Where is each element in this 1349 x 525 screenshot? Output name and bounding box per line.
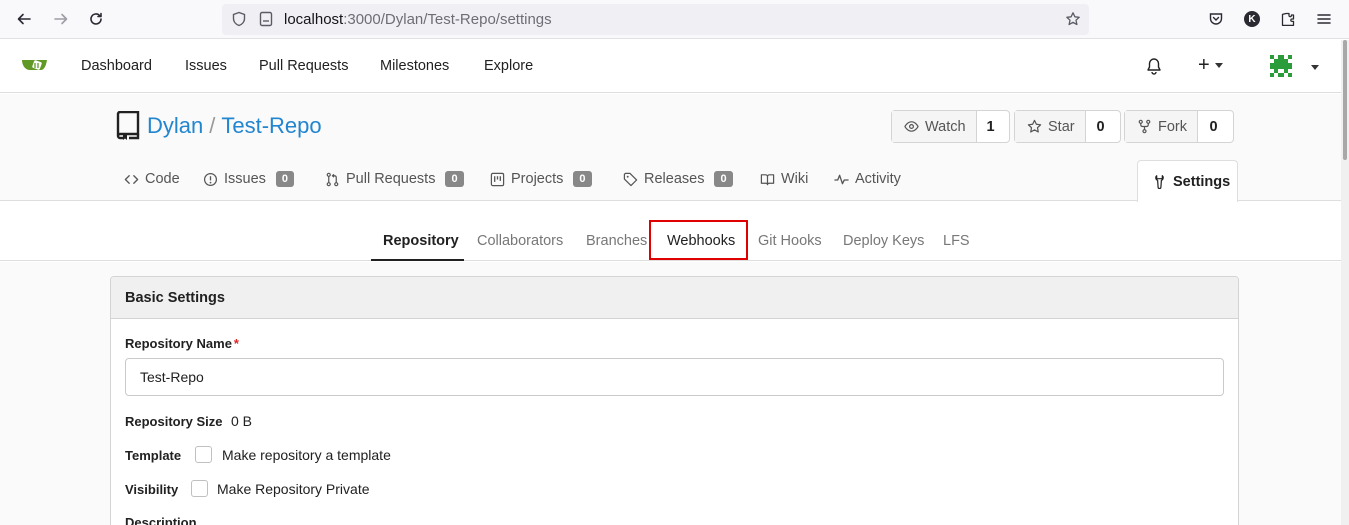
extensions-icon[interactable] <box>1278 9 1298 29</box>
shield-icon[interactable] <box>231 11 247 27</box>
repo-size-value: 0 B <box>231 413 253 429</box>
top-navigation: Dashboard Issues Pull Requests Milestone… <box>0 40 1341 93</box>
fork-count[interactable]: 0 <box>1198 111 1229 142</box>
repo-header: Dylan / Test-Repo Watch 1 Star 0 Fork 0 Co… <box>0 94 1341 202</box>
subtab-lfs[interactable]: LFS <box>943 233 970 249</box>
fork-label[interactable]: Fork <box>1125 111 1198 142</box>
browser-toolbar: localhost:3000/Dylan/Test-Repo/settings … <box>0 0 1349 39</box>
menu-icon[interactable] <box>1314 9 1334 29</box>
tab-issues[interactable]: Issues 0 <box>203 171 295 187</box>
projects-count-badge: 0 <box>573 171 592 187</box>
user-avatar[interactable] <box>1268 53 1294 79</box>
url-text: localhost:3000/Dylan/Test-Repo/settings <box>284 11 552 28</box>
repo-name-input[interactable] <box>125 358 1224 396</box>
nav-issues[interactable]: Issues <box>185 58 227 74</box>
account-icon[interactable]: K <box>1242 9 1262 29</box>
forward-arrow-icon[interactable] <box>50 8 72 30</box>
repo-size-label: Repository Size <box>125 414 223 429</box>
subtab-deploy-keys[interactable]: Deploy Keys <box>843 233 924 249</box>
path-separator: / <box>209 113 216 138</box>
active-tab-underline <box>371 259 464 261</box>
template-label: Template <box>125 448 182 463</box>
repo-name-label: Repository Name * <box>125 336 239 351</box>
visibility-label: Visibility <box>125 482 179 497</box>
chevron-down-icon[interactable] <box>1311 65 1319 70</box>
template-checkbox-label[interactable]: Make repository a template <box>222 447 391 463</box>
basic-settings-card: Basic Settings Repository Name* Reposito… <box>110 276 1239 525</box>
tab-activity[interactable]: Activity <box>834 171 901 187</box>
tag-icon <box>623 172 638 186</box>
watch-label[interactable]: Watch <box>892 111 977 142</box>
create-new-button[interactable]: + <box>1198 54 1224 76</box>
issues-count-badge: 0 <box>275 171 295 187</box>
page-icon <box>259 11 273 27</box>
tab-settings[interactable]: Settings <box>1137 160 1238 202</box>
required-mark: * <box>233 336 239 351</box>
scrollbar-thumb[interactable] <box>1343 40 1347 160</box>
back-arrow-icon[interactable] <box>13 8 35 30</box>
repo-title: Dylan / Test-Repo <box>147 112 322 140</box>
card-title: Basic Settings <box>125 290 225 306</box>
pocket-icon[interactable] <box>1206 9 1226 29</box>
subtab-git-hooks[interactable]: Git Hooks <box>758 233 822 249</box>
repo-owner-link[interactable]: Dylan <box>147 113 203 138</box>
subtab-collaborators[interactable]: Collaborators <box>477 233 563 249</box>
reload-icon[interactable] <box>85 8 107 30</box>
tools-icon <box>1155 175 1164 189</box>
fork-icon <box>1138 119 1151 134</box>
card-header: Basic Settings <box>111 277 1238 319</box>
watch-button[interactable]: Watch 1 <box>891 110 1010 143</box>
star-button[interactable]: Star 0 <box>1014 110 1121 143</box>
tab-releases[interactable]: Releases 0 <box>623 171 733 187</box>
pulse-icon <box>834 174 849 184</box>
template-checkbox[interactable] <box>195 446 212 463</box>
description-label: Description <box>125 515 197 525</box>
code-icon <box>124 174 139 184</box>
star-label[interactable]: Star <box>1015 111 1086 142</box>
tab-pull-requests[interactable]: Pull Requests 0 <box>325 171 464 187</box>
bell-icon[interactable] <box>1145 57 1163 75</box>
project-icon <box>490 172 505 186</box>
bookmark-star-icon[interactable] <box>1065 11 1081 27</box>
subtab-branches[interactable]: Branches <box>586 233 647 249</box>
webhooks-highlight-box <box>649 220 748 260</box>
releases-count-badge: 0 <box>714 171 733 187</box>
pulls-count-badge: 0 <box>445 171 464 187</box>
fork-button[interactable]: Fork 0 <box>1124 110 1234 143</box>
chevron-down-icon <box>1215 63 1224 69</box>
private-checkbox[interactable] <box>191 480 208 497</box>
star-icon <box>1027 119 1042 133</box>
private-checkbox-label[interactable]: Make Repository Private <box>217 481 370 497</box>
nav-dashboard[interactable]: Dashboard <box>81 58 152 74</box>
subtab-repository[interactable]: Repository <box>383 233 459 249</box>
settings-subtabs: Repository Collaborators Branches Webhoo… <box>0 202 1341 261</box>
star-count[interactable]: 0 <box>1086 111 1116 142</box>
book-icon <box>760 173 775 185</box>
repo-icon <box>116 111 140 140</box>
tab-wiki[interactable]: Wiki <box>760 171 808 187</box>
nav-pull-requests[interactable]: Pull Requests <box>259 58 348 74</box>
nav-explore[interactable]: Explore <box>484 58 533 74</box>
pull-request-icon <box>326 172 339 186</box>
gitea-logo-icon[interactable] <box>20 54 50 78</box>
issue-icon <box>203 172 218 186</box>
watch-count[interactable]: 1 <box>977 111 1005 142</box>
nav-milestones[interactable]: Milestones <box>380 58 449 74</box>
repo-name-link[interactable]: Test-Repo <box>221 113 321 138</box>
tab-projects[interactable]: Projects 0 <box>490 171 592 187</box>
plus-icon: + <box>1198 54 1210 76</box>
tab-code[interactable]: Code <box>124 171 180 187</box>
eye-icon <box>904 121 919 132</box>
page-scrollbar[interactable] <box>1341 40 1349 525</box>
address-bar[interactable]: localhost:3000/Dylan/Test-Repo/settings <box>222 4 1089 35</box>
